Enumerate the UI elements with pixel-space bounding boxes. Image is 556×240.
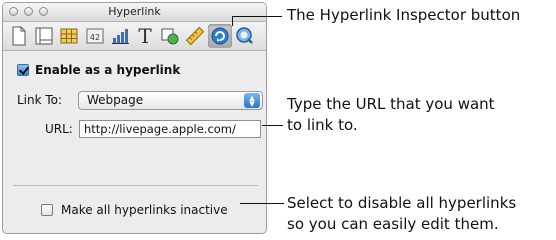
graph-inspector-icon (112, 29, 129, 44)
metrics-inspector-icon: 42 (86, 28, 104, 44)
ruler-inspector-icon (185, 26, 205, 46)
hyperlink-inspector-button[interactable] (208, 24, 232, 48)
link-to-value: Webpage (87, 93, 144, 107)
hyperlink-inspector-icon (211, 27, 229, 45)
table-inspector-icon (60, 28, 78, 44)
layout-inspector-icon (35, 27, 53, 45)
section-divider (13, 185, 258, 186)
layout-inspector-button[interactable] (32, 24, 56, 48)
callout-line-button-vertical (232, 16, 233, 26)
annotation-disable-line2: so you can easily edit them. (287, 215, 499, 233)
link-to-label: Link To: (17, 93, 63, 107)
graphic-inspector-button[interactable] (158, 24, 182, 48)
inspector-toolbar: 42 T (3, 22, 266, 51)
quicktime-inspector-icon (236, 27, 253, 44)
table-inspector-button[interactable] (57, 24, 81, 48)
title-bar[interactable]: Hyperlink (3, 3, 266, 22)
url-label: URL: (45, 122, 73, 136)
document-inspector-icon (12, 26, 26, 46)
ruler-inspector-button[interactable] (183, 24, 207, 48)
quicktime-inspector-button[interactable] (233, 24, 257, 48)
annotation-inspector-button: The Hyperlink Inspector button (287, 6, 521, 24)
make-hyperlinks-inactive-checkbox[interactable] (41, 204, 53, 216)
callout-line-inactive (240, 203, 284, 204)
graphic-inspector-icon (161, 28, 179, 45)
callout-line-button (232, 16, 282, 17)
graph-inspector-button[interactable] (108, 24, 132, 48)
enable-hyperlink-label: Enable as a hyperlink (35, 63, 181, 77)
annotation-disable-line1: Select to disable all hyperlinks (287, 194, 517, 212)
text-inspector-button[interactable]: T (133, 24, 157, 48)
annotation-url-line2: to link to. (287, 116, 358, 134)
window-title: Hyperlink (108, 5, 161, 18)
callout-line-url (262, 125, 283, 126)
hyperlink-pane: Enable as a hyperlink Link To: Webpage ▲… (3, 51, 266, 233)
annotation-url-line1: Type the URL that you want (287, 95, 495, 113)
link-to-popup[interactable]: Webpage ▲ ▼ (78, 91, 263, 110)
popup-arrows-icon: ▲ ▼ (244, 93, 260, 108)
text-inspector-icon: T (138, 24, 152, 48)
make-hyperlinks-inactive-label: Make all hyperlinks inactive (61, 203, 228, 217)
enable-hyperlink-checkbox[interactable] (17, 64, 29, 76)
document-inspector-button[interactable] (7, 24, 31, 48)
svg-text:42: 42 (90, 33, 100, 42)
hyperlink-inspector-window: Hyperlink 42 T Enable as a hyperlink Lin… (2, 2, 267, 234)
url-field[interactable]: http://livepage.apple.com/ (79, 120, 261, 138)
metrics-inspector-button[interactable]: 42 (83, 24, 107, 48)
